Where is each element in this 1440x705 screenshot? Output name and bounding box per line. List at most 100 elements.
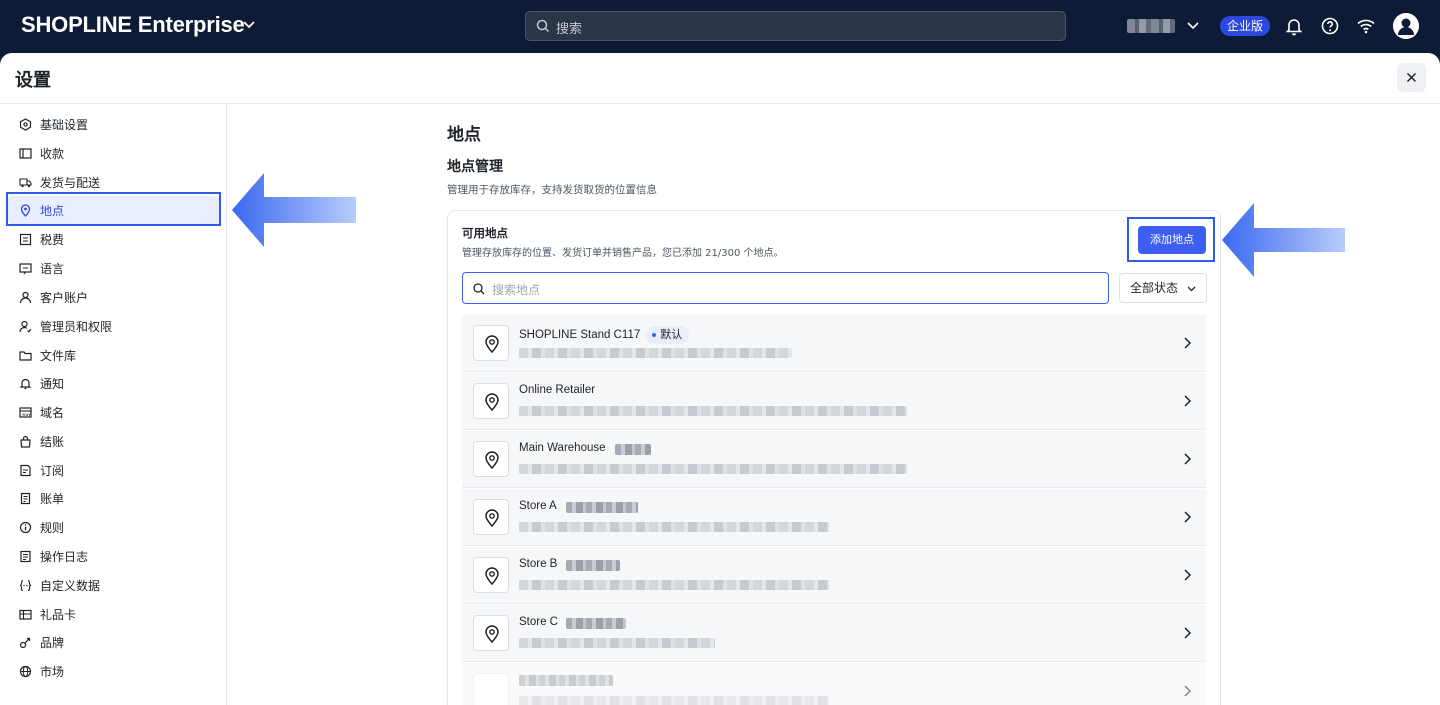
sidebar-item-label: 域名 bbox=[40, 405, 65, 420]
sidebar-item-files[interactable]: 文件库 bbox=[8, 341, 220, 369]
panel-header: 设置 bbox=[0, 53, 1440, 104]
log-icon bbox=[20, 550, 31, 562]
sidebar-item-customer-accounts[interactable]: 客户账户 bbox=[8, 283, 220, 311]
location-address-redacted bbox=[519, 464, 907, 474]
sidebar-item-label: 规则 bbox=[40, 520, 65, 535]
location-name: Main Warehouse bbox=[519, 442, 606, 454]
sidebar-item-domains[interactable]: www 域名 bbox=[8, 398, 220, 426]
sidebar-item-label: 市场 bbox=[40, 664, 65, 679]
location-row[interactable]: Store B bbox=[462, 547, 1206, 604]
location-address-redacted bbox=[519, 406, 907, 416]
close-icon bbox=[1406, 72, 1417, 83]
sidebar-highlight-frame bbox=[6, 192, 221, 226]
svg-text:www: www bbox=[22, 412, 32, 417]
user-avatar-icon bbox=[1393, 13, 1419, 39]
card-title: 可用地点 bbox=[462, 226, 508, 240]
sidebar-item-label: 基础设置 bbox=[40, 117, 89, 132]
sidebar-item-subscriptions[interactable]: 订阅 bbox=[8, 456, 220, 484]
custom-data-icon bbox=[19, 579, 32, 591]
location-name-redacted bbox=[519, 675, 613, 686]
sidebar-item-languages[interactable]: 语言 bbox=[8, 254, 220, 282]
main-title: 地点 bbox=[447, 125, 481, 145]
sidebar-item-payments[interactable]: 收款 bbox=[8, 139, 220, 167]
sidebar-item-markets[interactable]: 市场 bbox=[8, 657, 220, 685]
location-address-redacted bbox=[519, 638, 715, 648]
sidebar-item-label: 结账 bbox=[40, 434, 65, 449]
gift-card-icon bbox=[19, 609, 32, 620]
arrow-left-icon bbox=[232, 173, 356, 247]
bag-icon bbox=[20, 435, 31, 448]
chevron-right-icon bbox=[1184, 627, 1192, 639]
sidebar-item-admins-permissions[interactable]: 管理员和权限 bbox=[8, 312, 220, 340]
bell-icon bbox=[19, 378, 32, 389]
chevron-right-icon bbox=[1184, 395, 1192, 407]
sidebar-item-policies[interactable]: 规则 bbox=[8, 513, 220, 541]
location-thumb bbox=[473, 325, 509, 361]
section-description: 管理用于存放库存，支持发货取货的位置信息 bbox=[447, 184, 657, 196]
sidebar-item-brand[interactable]: 品牌 bbox=[8, 628, 220, 656]
info-icon bbox=[19, 521, 32, 533]
default-badge: 默认 bbox=[646, 326, 690, 344]
sidebar-item-checkout[interactable]: 结账 bbox=[8, 427, 220, 455]
truck-icon bbox=[19, 177, 32, 187]
sidebar-item-label: 语言 bbox=[40, 261, 65, 276]
location-pin-icon bbox=[485, 393, 499, 411]
language-icon bbox=[19, 262, 32, 274]
location-thumb bbox=[473, 499, 509, 535]
location-name: Online Retailer bbox=[519, 384, 596, 396]
location-name-suffix-redacted bbox=[566, 618, 626, 629]
user-icon bbox=[19, 291, 32, 303]
location-thumb bbox=[473, 557, 509, 593]
card-description: 管理存放库存的位置、发货订单并销售产品，您已添加 21/300 个地点。 bbox=[462, 248, 784, 259]
locations-card: 可用地点 管理存放库存的位置、发货订单并销售产品，您已添加 21/300 个地点… bbox=[447, 210, 1221, 705]
location-name-suffix-redacted bbox=[566, 560, 620, 571]
global-search-input[interactable]: 搜索 bbox=[525, 11, 1066, 41]
sidebar-item-label: 收款 bbox=[40, 146, 65, 161]
section-title: 地点管理 bbox=[447, 159, 503, 175]
location-row[interactable]: Main Warehouse bbox=[462, 431, 1206, 488]
avatar[interactable] bbox=[1393, 13, 1419, 39]
location-row[interactable]: Online Retailer bbox=[462, 373, 1206, 430]
location-name: Store B bbox=[519, 558, 558, 570]
sidebar-item-activity-log[interactable]: 操作日志 bbox=[8, 542, 220, 570]
close-button[interactable] bbox=[1397, 63, 1426, 92]
sidebar-item-taxes[interactable]: 税费 bbox=[8, 225, 220, 253]
location-search-input[interactable]: 搜索地点 bbox=[462, 272, 1109, 304]
sidebar-item-label: 礼品卡 bbox=[40, 607, 77, 622]
help-icon[interactable] bbox=[1320, 16, 1340, 36]
arrow-left-icon bbox=[1222, 203, 1345, 277]
location-pin-icon bbox=[485, 451, 499, 469]
search-placeholder: 搜索 bbox=[556, 22, 583, 37]
chevron-right-icon bbox=[1184, 511, 1192, 523]
sidebar-item-label: 文件库 bbox=[40, 348, 77, 363]
status-filter-label: 全部状态 bbox=[1130, 281, 1179, 295]
search-icon bbox=[536, 19, 550, 33]
location-thumb bbox=[473, 383, 509, 419]
sidebar-item-label: 客户账户 bbox=[40, 290, 89, 305]
location-pin-icon bbox=[485, 509, 499, 527]
location-thumb-redacted bbox=[473, 673, 509, 705]
admin-icon bbox=[19, 320, 32, 333]
brand-logo[interactable]: SHOPLINE Enterprise bbox=[21, 12, 245, 38]
location-row[interactable]: Store A bbox=[462, 489, 1206, 546]
chevron-down-icon[interactable] bbox=[1185, 17, 1201, 33]
sidebar-item-billing[interactable]: 账单 bbox=[8, 484, 220, 512]
sidebar-item-label: 订阅 bbox=[40, 463, 65, 478]
sidebar-item-custom-data[interactable]: 自定义数据 bbox=[8, 571, 220, 599]
sidebar-item-basic-settings[interactable]: 基础设置 bbox=[8, 110, 220, 138]
sidebar-item-label: 通知 bbox=[40, 376, 65, 391]
plan-badge: 企业版 bbox=[1220, 16, 1271, 36]
wifi-icon[interactable] bbox=[1356, 16, 1376, 36]
brand-icon bbox=[19, 637, 31, 648]
bell-icon[interactable] bbox=[1284, 16, 1304, 36]
folder-icon bbox=[19, 350, 32, 361]
store-name-redacted[interactable] bbox=[1127, 19, 1175, 33]
top-bar: SHOPLINE Enterprise 搜索 企业版 bbox=[0, 0, 1440, 53]
location-row[interactable]: SHOPLINE Stand C117 默认 bbox=[462, 315, 1206, 372]
chevron-down-icon[interactable] bbox=[240, 15, 258, 33]
sidebar-item-gift-cards[interactable]: 礼品卡 bbox=[8, 600, 220, 628]
sidebar-item-notifications[interactable]: 通知 bbox=[8, 369, 220, 397]
location-row[interactable]: Store C bbox=[462, 605, 1206, 662]
location-row[interactable] bbox=[462, 663, 1206, 705]
status-filter-select[interactable]: 全部状态 bbox=[1119, 273, 1207, 303]
